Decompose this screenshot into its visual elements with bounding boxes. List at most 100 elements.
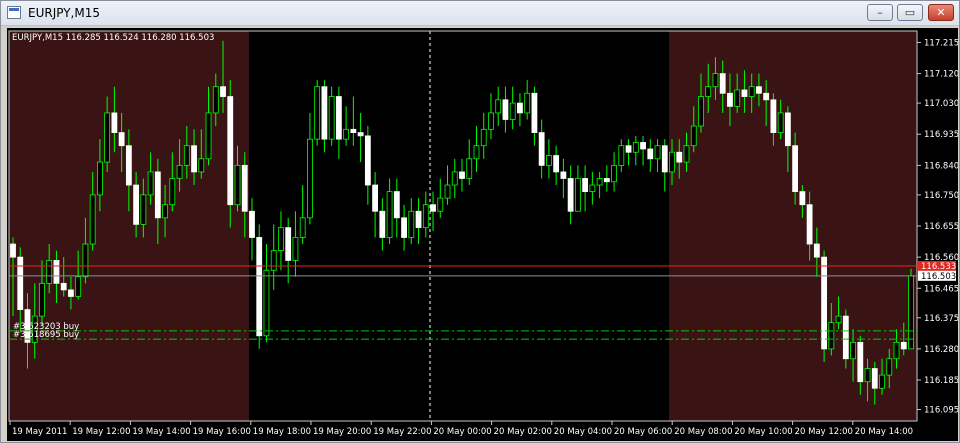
candle-body xyxy=(147,171,154,196)
candle-body xyxy=(444,184,451,199)
candle-body xyxy=(712,73,719,88)
candle-body xyxy=(842,315,849,360)
candle-body xyxy=(321,86,328,140)
candle-body xyxy=(234,164,241,206)
candle-body xyxy=(806,204,813,245)
candle-body xyxy=(567,178,574,212)
candle-body xyxy=(350,128,357,133)
candle-body xyxy=(582,178,589,192)
candle-body xyxy=(249,210,255,238)
candle-body xyxy=(473,145,480,160)
candle-body xyxy=(140,194,147,225)
candle-body xyxy=(574,178,581,212)
candle-body xyxy=(517,102,523,114)
candle-body xyxy=(39,282,45,317)
candle-body xyxy=(480,128,487,147)
candle-body xyxy=(734,89,741,107)
candle-body xyxy=(292,237,299,261)
y-tick-label: 116.560 xyxy=(924,253,958,263)
candle-body xyxy=(379,210,386,238)
y-tick-label: 116.750 xyxy=(924,191,958,201)
candle-body xyxy=(466,158,473,179)
candle-body xyxy=(741,89,748,97)
restore-button[interactable]: ▭ xyxy=(897,4,923,21)
candle-body xyxy=(183,145,190,166)
y-tick-label: 117.215 xyxy=(924,38,958,48)
candle-body xyxy=(104,112,111,163)
candle-body xyxy=(212,86,219,114)
restore-icon: ▭ xyxy=(904,6,916,19)
candle-body xyxy=(770,99,777,133)
y-tick-label: 116.935 xyxy=(924,130,958,140)
candle-body xyxy=(125,145,132,186)
candle-body xyxy=(46,260,53,284)
chart-window: EURJPY,M15 – ▭ ✕ #3 623203 buy #3 618695 … xyxy=(0,0,960,443)
candle-body xyxy=(386,191,393,238)
chart-window-icon xyxy=(7,6,21,19)
candle-body xyxy=(625,145,632,153)
candle xyxy=(256,224,263,349)
candle-body xyxy=(17,256,24,310)
candle-body xyxy=(705,86,712,97)
candle-body xyxy=(647,148,654,160)
candlestick-chart[interactable]: #3 623203 buy#3 618695 buy116.533116.503… xyxy=(7,28,958,441)
minimize-button[interactable]: – xyxy=(867,4,893,21)
candle-body xyxy=(176,164,183,179)
candle-body xyxy=(546,155,552,166)
candle-body xyxy=(611,164,617,183)
x-tick-label: 20 May 06:00 xyxy=(614,427,672,437)
candle-body xyxy=(690,125,697,147)
candle-body xyxy=(220,86,226,97)
candle-body xyxy=(640,142,646,150)
candle-body xyxy=(285,227,292,261)
candle-body xyxy=(596,178,603,186)
candle-body xyxy=(278,227,284,251)
title-bar[interactable]: EURJPY,M15 – ▭ ✕ xyxy=(1,1,959,26)
x-tick-label: 20 May 14:00 xyxy=(855,427,913,437)
candle-body xyxy=(328,96,335,140)
candle-body xyxy=(357,132,364,137)
candle-body xyxy=(256,237,263,337)
candle-body xyxy=(133,184,140,225)
candle-body xyxy=(618,145,625,166)
candle-body xyxy=(97,161,103,196)
close-button[interactable]: ✕ xyxy=(928,4,954,21)
session-band xyxy=(249,31,669,421)
candle-body xyxy=(307,138,313,219)
candle-body xyxy=(299,217,306,238)
chart-header: EURJPY,M15 116.285 116.524 116.280 116.5… xyxy=(12,33,214,43)
candle xyxy=(908,268,914,350)
candle-body xyxy=(777,112,784,133)
candle-body xyxy=(205,112,212,160)
price-tag-label: 116.503 xyxy=(921,272,956,282)
candle-body xyxy=(727,92,733,107)
candle-body xyxy=(553,155,560,173)
candle-body xyxy=(408,210,415,238)
candle-body xyxy=(451,171,458,186)
candle-body xyxy=(538,132,545,166)
candle-body xyxy=(661,145,668,173)
candle-body xyxy=(437,197,444,212)
candle-body xyxy=(589,184,596,192)
order-label: #3 618695 buy xyxy=(13,330,79,340)
candle-body xyxy=(270,250,277,271)
candle-body xyxy=(719,73,726,94)
chart-canvas[interactable]: #3 623203 buy #3 618695 buy 116.533 116.503… xyxy=(7,28,958,441)
candle-body xyxy=(756,86,762,94)
x-tick-label: 20 May 10:00 xyxy=(734,427,792,437)
y-tick-label: 116.185 xyxy=(924,376,958,386)
candle-body xyxy=(632,142,639,153)
x-tick-label: 20 May 08:00 xyxy=(674,427,732,437)
price-tag-label: 116.533 xyxy=(921,262,956,272)
candle-body xyxy=(603,178,610,183)
x-tick-label: 19 May 16:00 xyxy=(193,427,251,437)
x-tick-label: 19 May 18:00 xyxy=(253,427,311,437)
candle-body xyxy=(850,341,856,360)
x-tick-label: 20 May 12:00 xyxy=(795,427,853,437)
candle-body xyxy=(857,341,864,383)
y-tick-label: 116.655 xyxy=(924,222,958,232)
candle-body xyxy=(364,135,371,186)
candle-body xyxy=(111,112,118,133)
candle xyxy=(821,250,827,363)
candle-body xyxy=(531,92,538,133)
